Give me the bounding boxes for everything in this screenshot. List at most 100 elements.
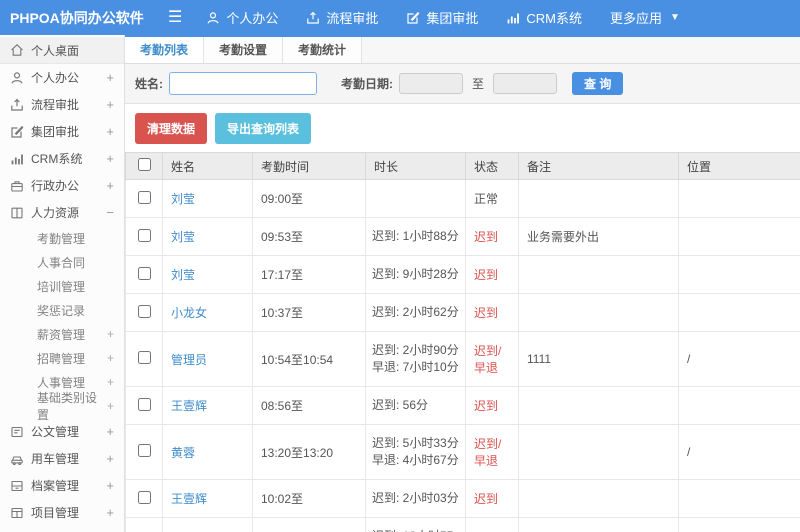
hamburger-menu-icon[interactable]: ☰ xyxy=(168,9,182,26)
row-checkbox[interactable] xyxy=(137,304,151,318)
duration-line: 迟到: 12小时55分 xyxy=(372,528,459,532)
sidebar-item-label: 项目管理 xyxy=(31,506,80,520)
sidebar-subitem-training-mgmt[interactable]: 培训管理 xyxy=(0,274,124,298)
export-list-button[interactable]: 导出查询列表 xyxy=(215,113,312,144)
expand-plus-icon[interactable]: + xyxy=(106,424,114,439)
sidebar-item-project-mgmt[interactable]: 项目管理 + xyxy=(0,499,124,526)
sidebar-subitem-personnel-contract[interactable]: 人事合同 xyxy=(0,250,124,274)
expand-plus-icon[interactable]: + xyxy=(106,124,114,139)
tab-attendance-list[interactable]: 考勤列表 xyxy=(125,37,205,63)
sidebar-item-personal-desktop[interactable]: 个人桌面 xyxy=(0,37,124,64)
employee-name-link[interactable]: 刘莹 xyxy=(171,192,195,206)
cell-remark xyxy=(518,424,679,480)
expand-plus-icon[interactable]: + xyxy=(107,327,114,341)
nav-item-group-approval[interactable]: 集团审批 xyxy=(406,8,478,27)
name-input[interactable] xyxy=(169,72,317,95)
sidebar-item-label: 集团审批 xyxy=(31,125,80,139)
expand-plus-icon[interactable]: + xyxy=(106,97,114,112)
sidebar-item-crm-system[interactable]: CRM系统 + xyxy=(0,145,124,172)
employee-name-link[interactable]: 黄蓉 xyxy=(171,446,195,460)
cell-name: 郭靖 xyxy=(162,517,253,532)
employee-name-link[interactable]: 刘莹 xyxy=(171,230,195,244)
nav-item-more-apps[interactable]: 更多应用 ▼ xyxy=(610,8,680,27)
sidebar-item-personal-office[interactable]: 个人办公 + xyxy=(0,64,124,91)
caret-down-icon: ▼ xyxy=(670,12,680,23)
date-to-input[interactable] xyxy=(493,73,558,94)
row-checkbox[interactable] xyxy=(137,228,151,242)
sidebar-subitem-label: 基础类别设置 xyxy=(37,391,98,422)
cell-name: 管理员 xyxy=(162,331,253,387)
table-row: 刘莹 09:00至 正常 xyxy=(125,179,800,218)
sidebar-subitem-salary-mgmt[interactable]: 薪资管理 + xyxy=(0,322,124,346)
sidebar-subitem-basic-category-settings[interactable]: 基础类别设置 + xyxy=(0,391,124,422)
sidebar-item-vehicle-mgmt[interactable]: 用车管理 + xyxy=(0,445,124,472)
row-checkbox[interactable] xyxy=(137,397,151,411)
cell-duration xyxy=(365,179,466,218)
employee-name-link[interactable]: 刘莹 xyxy=(171,268,195,282)
duration-line: 迟到: 1小时88分 xyxy=(372,229,459,243)
table-row: 郭靖20:33至20:33 迟到: 12小时55分 迟到 / xyxy=(125,517,800,532)
sidebar-item-admin-office[interactable]: 行政办公 + xyxy=(0,172,124,199)
sidebar-subitem-label: 人事管理 xyxy=(37,375,86,390)
expand-plus-icon[interactable]: + xyxy=(106,478,114,493)
nav-item-label: 更多应用 xyxy=(610,11,663,26)
cell-status: 迟到/早退 xyxy=(465,331,519,387)
date-to-label: 至 xyxy=(472,77,485,91)
column-header-name: 姓名 xyxy=(162,152,253,180)
expand-plus-icon[interactable]: + xyxy=(106,70,114,85)
row-checkbox-cell xyxy=(125,479,163,518)
tab-attendance-stats[interactable]: 考勤统计 xyxy=(283,37,363,63)
sidebar-item-group-approval[interactable]: 集团审批 + xyxy=(0,118,124,145)
expand-plus-icon[interactable]: + xyxy=(106,451,114,466)
expand-plus-icon[interactable]: + xyxy=(106,505,114,520)
employee-name-link[interactable]: 小龙女 xyxy=(171,306,207,320)
employee-name-link[interactable]: 王壹辉 xyxy=(171,399,207,413)
expand-plus-icon[interactable]: + xyxy=(107,351,114,365)
cell-remark xyxy=(518,293,679,332)
table-row: 刘莹 17:17至 迟到: 9小时28分 迟到 xyxy=(125,255,800,294)
tab-attendance-settings[interactable]: 考勤设置 xyxy=(204,37,284,63)
nav-item-personal-office[interactable]: 个人办公 xyxy=(206,8,278,27)
search-button[interactable]: 查 询 xyxy=(572,72,624,95)
sidebar-subitem-recruitment-mgmt[interactable]: 招聘管理 + xyxy=(0,346,124,370)
row-checkbox[interactable] xyxy=(137,190,151,204)
cell-location xyxy=(678,255,800,294)
expand-plus-icon[interactable]: + xyxy=(107,399,114,413)
sidebar-item-label: 个人办公 xyxy=(31,71,80,85)
cell-attendance-time: 13:20至13:20 xyxy=(252,424,366,480)
row-checkbox[interactable] xyxy=(137,266,151,280)
cell-attendance-time: 10:54至10:54 xyxy=(252,331,366,387)
sidebar-item-archive-mgmt[interactable]: 档案管理 + xyxy=(0,472,124,499)
cell-location: / xyxy=(678,517,800,532)
employee-name-link[interactable]: 管理员 xyxy=(171,353,207,367)
sidebar-item-workflow-approval[interactable]: 流程审批 + xyxy=(0,91,124,118)
employee-name-link[interactable]: 王壹辉 xyxy=(171,492,207,506)
table-row: 刘莹 09:53至 迟到: 1小时88分 迟到 业务需要外出 xyxy=(125,217,800,256)
nav-item-crm-system[interactable]: CRM系统 xyxy=(506,8,582,27)
nav-item-workflow-approval[interactable]: 流程审批 xyxy=(306,8,378,27)
clean-data-button[interactable]: 清理数据 xyxy=(135,113,208,144)
expand-plus-icon[interactable]: + xyxy=(106,151,114,166)
row-checkbox[interactable] xyxy=(137,490,151,504)
row-checkbox[interactable] xyxy=(137,351,151,364)
cell-status: 正常 xyxy=(465,179,519,218)
sidebar-subitem-reward-punishment[interactable]: 奖惩记录 xyxy=(0,298,124,322)
cell-name: 刘莹 xyxy=(162,217,253,256)
sidebar-item-label: 流程审批 xyxy=(31,98,80,112)
select-all-checkbox[interactable] xyxy=(137,158,151,171)
nav-item-label: 个人办公 xyxy=(226,11,279,26)
sidebar-item-human-resources[interactable]: 人力资源 − xyxy=(0,199,124,226)
cell-remark xyxy=(518,479,679,518)
row-checkbox[interactable] xyxy=(137,444,151,457)
sidebar-subitem-attendance-mgmt[interactable]: 考勤管理 xyxy=(0,226,124,250)
attendance-table: 姓名 考勤时间 时长 状态 备注 位置 刘莹 09:00至 正常 刘莹 09:53至 迟到: 1小时… xyxy=(125,152,800,532)
date-from-input[interactable] xyxy=(399,73,463,94)
row-checkbox-cell xyxy=(125,517,163,532)
expand-plus-icon[interactable]: + xyxy=(106,178,114,193)
nav-item-label: CRM系统 xyxy=(526,11,582,26)
expand-plus-icon[interactable]: + xyxy=(107,375,114,389)
row-checkbox-cell xyxy=(125,179,163,218)
row-checkbox-cell xyxy=(125,424,163,480)
cell-attendance-time: 10:02至 xyxy=(252,479,366,518)
collapse-minus-icon[interactable]: − xyxy=(106,205,114,220)
